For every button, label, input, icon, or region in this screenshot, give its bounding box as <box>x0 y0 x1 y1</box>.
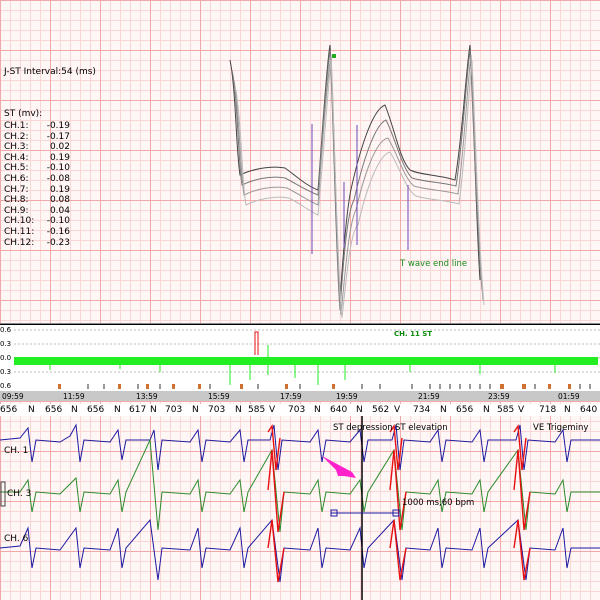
channel-label-ch6: CH. 6 <box>4 534 29 544</box>
st-depression-label: ST depression <box>333 423 393 433</box>
ecg-strip-traces <box>0 416 600 600</box>
caliper-measurement: 1000 ms,60 bpm <box>402 498 475 508</box>
channel-label-ch1: CH. 1 <box>4 446 29 456</box>
channel-label-ch3: CH. 3 <box>7 489 32 499</box>
ve-trigeminy-label: VE Trigeminy <box>533 423 589 433</box>
st-elevation-label: ST elevation <box>395 423 448 433</box>
